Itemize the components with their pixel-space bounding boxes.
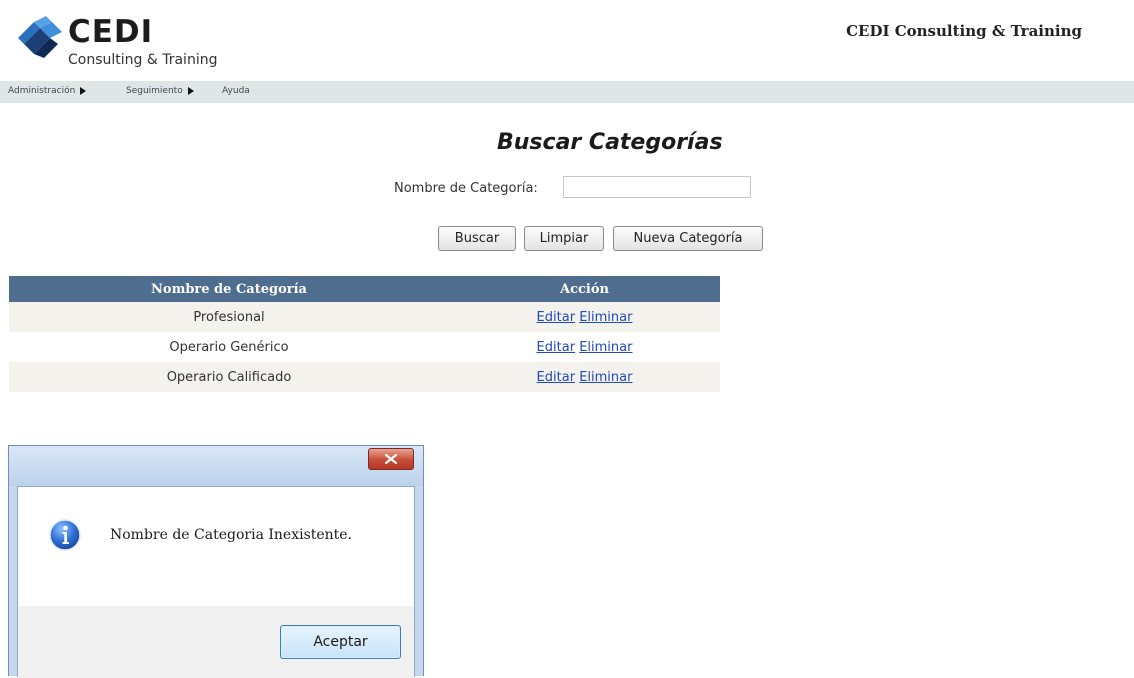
delete-link[interactable]: Eliminar <box>579 310 632 325</box>
category-name-cell: Operario Calificado <box>9 362 449 392</box>
delete-link[interactable]: Eliminar <box>579 340 632 355</box>
category-name-label: Nombre de Categoría: <box>394 181 538 196</box>
category-name-input[interactable] <box>563 176 751 198</box>
table-row: Profesional Editar Eliminar <box>9 302 720 332</box>
table-row: Operario Genérico Editar Eliminar <box>9 332 720 362</box>
menu-item-seguimiento[interactable]: Seguimiento <box>126 86 194 96</box>
menu-item-label: Administración <box>8 86 76 96</box>
menu-item-label: Ayuda <box>222 86 250 96</box>
menu-bar: Administración Seguimiento Ayuda <box>0 81 1134 103</box>
category-name-cell: Profesional <box>9 302 449 332</box>
menu-item-ayuda[interactable]: Ayuda <box>222 86 250 96</box>
clear-button[interactable]: Limpiar <box>524 226 604 251</box>
edit-link[interactable]: Editar <box>537 310 576 325</box>
edit-link[interactable]: Editar <box>537 370 576 385</box>
company-name: CEDI Consulting & Training <box>846 22 1082 40</box>
dialog-message: Nombre de Categoria Inexistente. <box>110 527 353 543</box>
column-header-name: Nombre de Categoría <box>9 276 449 302</box>
close-icon <box>385 454 397 464</box>
logo: CEDI Consulting & Training <box>14 10 234 76</box>
logo-title: CEDI <box>68 14 154 50</box>
menu-item-label: Seguimiento <box>126 86 183 96</box>
dialog-titlebar[interactable] <box>9 446 423 486</box>
action-cell: Editar Eliminar <box>449 302 720 332</box>
column-header-action: Acción <box>449 276 720 302</box>
delete-link[interactable]: Eliminar <box>579 370 632 385</box>
arrow-right-icon <box>80 87 87 95</box>
edit-link[interactable]: Editar <box>537 340 576 355</box>
ok-button[interactable]: Aceptar <box>280 625 401 659</box>
action-cell: Editar Eliminar <box>449 362 720 392</box>
table-row: Operario Calificado Editar Eliminar <box>9 362 720 392</box>
page-title: Buscar Categorías <box>497 130 723 155</box>
table-header-row: Nombre de Categoría Acción <box>9 276 720 302</box>
logo-subtitle: Consulting & Training <box>68 52 218 68</box>
action-cell: Editar Eliminar <box>449 332 720 362</box>
categories-table: Nombre de Categoría Acción Profesional E… <box>9 276 720 392</box>
arrow-right-icon <box>187 87 194 95</box>
close-button[interactable] <box>368 448 414 470</box>
info-icon <box>49 519 81 551</box>
menu-item-administracion[interactable]: Administración <box>8 86 87 96</box>
search-button[interactable]: Buscar <box>438 226 516 251</box>
category-name-cell: Operario Genérico <box>9 332 449 362</box>
alert-dialog: Nombre de Categoria Inexistente. Aceptar <box>8 445 424 678</box>
logo-mark-icon <box>18 16 62 58</box>
new-category-button[interactable]: Nueva Categoría <box>613 226 763 251</box>
